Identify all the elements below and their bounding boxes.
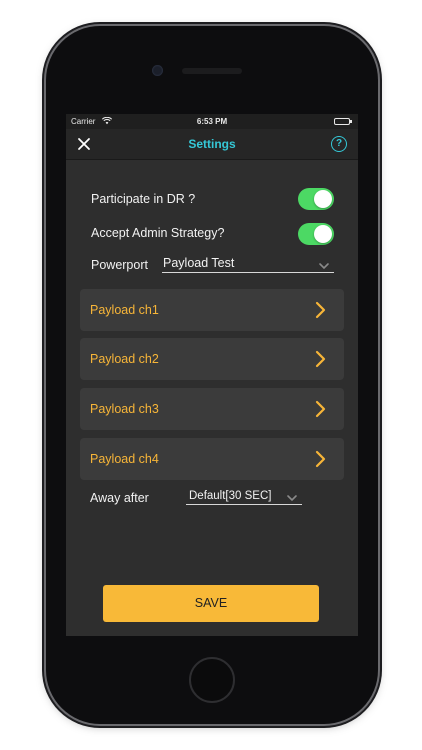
powerport-value: Payload Test xyxy=(163,256,235,270)
front-camera xyxy=(152,65,163,76)
away-after-value: Default[30 SEC] xyxy=(189,490,272,502)
app-screen: Carrier 6:53 PM Settings ? Participate i… xyxy=(66,114,358,636)
participate-dr-label: Participate in DR ? xyxy=(91,192,196,206)
payload-ch1-row[interactable]: Payload ch1 xyxy=(80,289,344,331)
payload-ch2-label: Payload ch2 xyxy=(90,352,159,366)
chevron-right-icon xyxy=(314,450,326,468)
payload-ch4-row[interactable]: Payload ch4 xyxy=(80,438,344,480)
accept-admin-toggle[interactable] xyxy=(298,223,334,245)
chevron-down-icon xyxy=(318,259,330,271)
save-button[interactable]: SAVE xyxy=(103,585,319,622)
payload-ch2-row[interactable]: Payload ch2 xyxy=(80,338,344,380)
powerport-select[interactable]: Payload Test xyxy=(162,255,334,273)
payload-ch4-label: Payload ch4 xyxy=(90,452,159,466)
status-bar: Carrier 6:53 PM xyxy=(66,114,358,129)
earpiece-speaker xyxy=(182,68,242,74)
toggle-knob xyxy=(314,225,332,243)
chevron-right-icon xyxy=(314,350,326,368)
home-button[interactable] xyxy=(189,657,235,703)
chevron-right-icon xyxy=(314,301,326,319)
help-icon[interactable]: ? xyxy=(331,136,347,152)
payload-ch3-label: Payload ch3 xyxy=(90,402,159,416)
settings-content: Participate in DR ? Accept Admin Strateg… xyxy=(66,160,358,636)
participate-dr-toggle[interactable] xyxy=(298,188,334,210)
away-after-select[interactable]: Default[30 SEC] xyxy=(186,487,302,505)
toggle-knob xyxy=(314,190,332,208)
payload-ch3-row[interactable]: Payload ch3 xyxy=(80,388,344,430)
power-button xyxy=(378,176,382,228)
away-after-label: Away after xyxy=(90,491,149,505)
navigation-bar: Settings ? xyxy=(66,129,358,160)
chevron-down-icon xyxy=(286,491,298,503)
chevron-right-icon xyxy=(314,400,326,418)
payload-ch1-label: Payload ch1 xyxy=(90,303,159,317)
status-time: 6:53 PM xyxy=(196,117,228,126)
accept-admin-label: Accept Admin Strategy? xyxy=(91,226,225,240)
powerport-label: Powerport xyxy=(91,258,148,272)
battery-icon xyxy=(334,118,352,125)
page-title: Settings xyxy=(188,137,236,151)
